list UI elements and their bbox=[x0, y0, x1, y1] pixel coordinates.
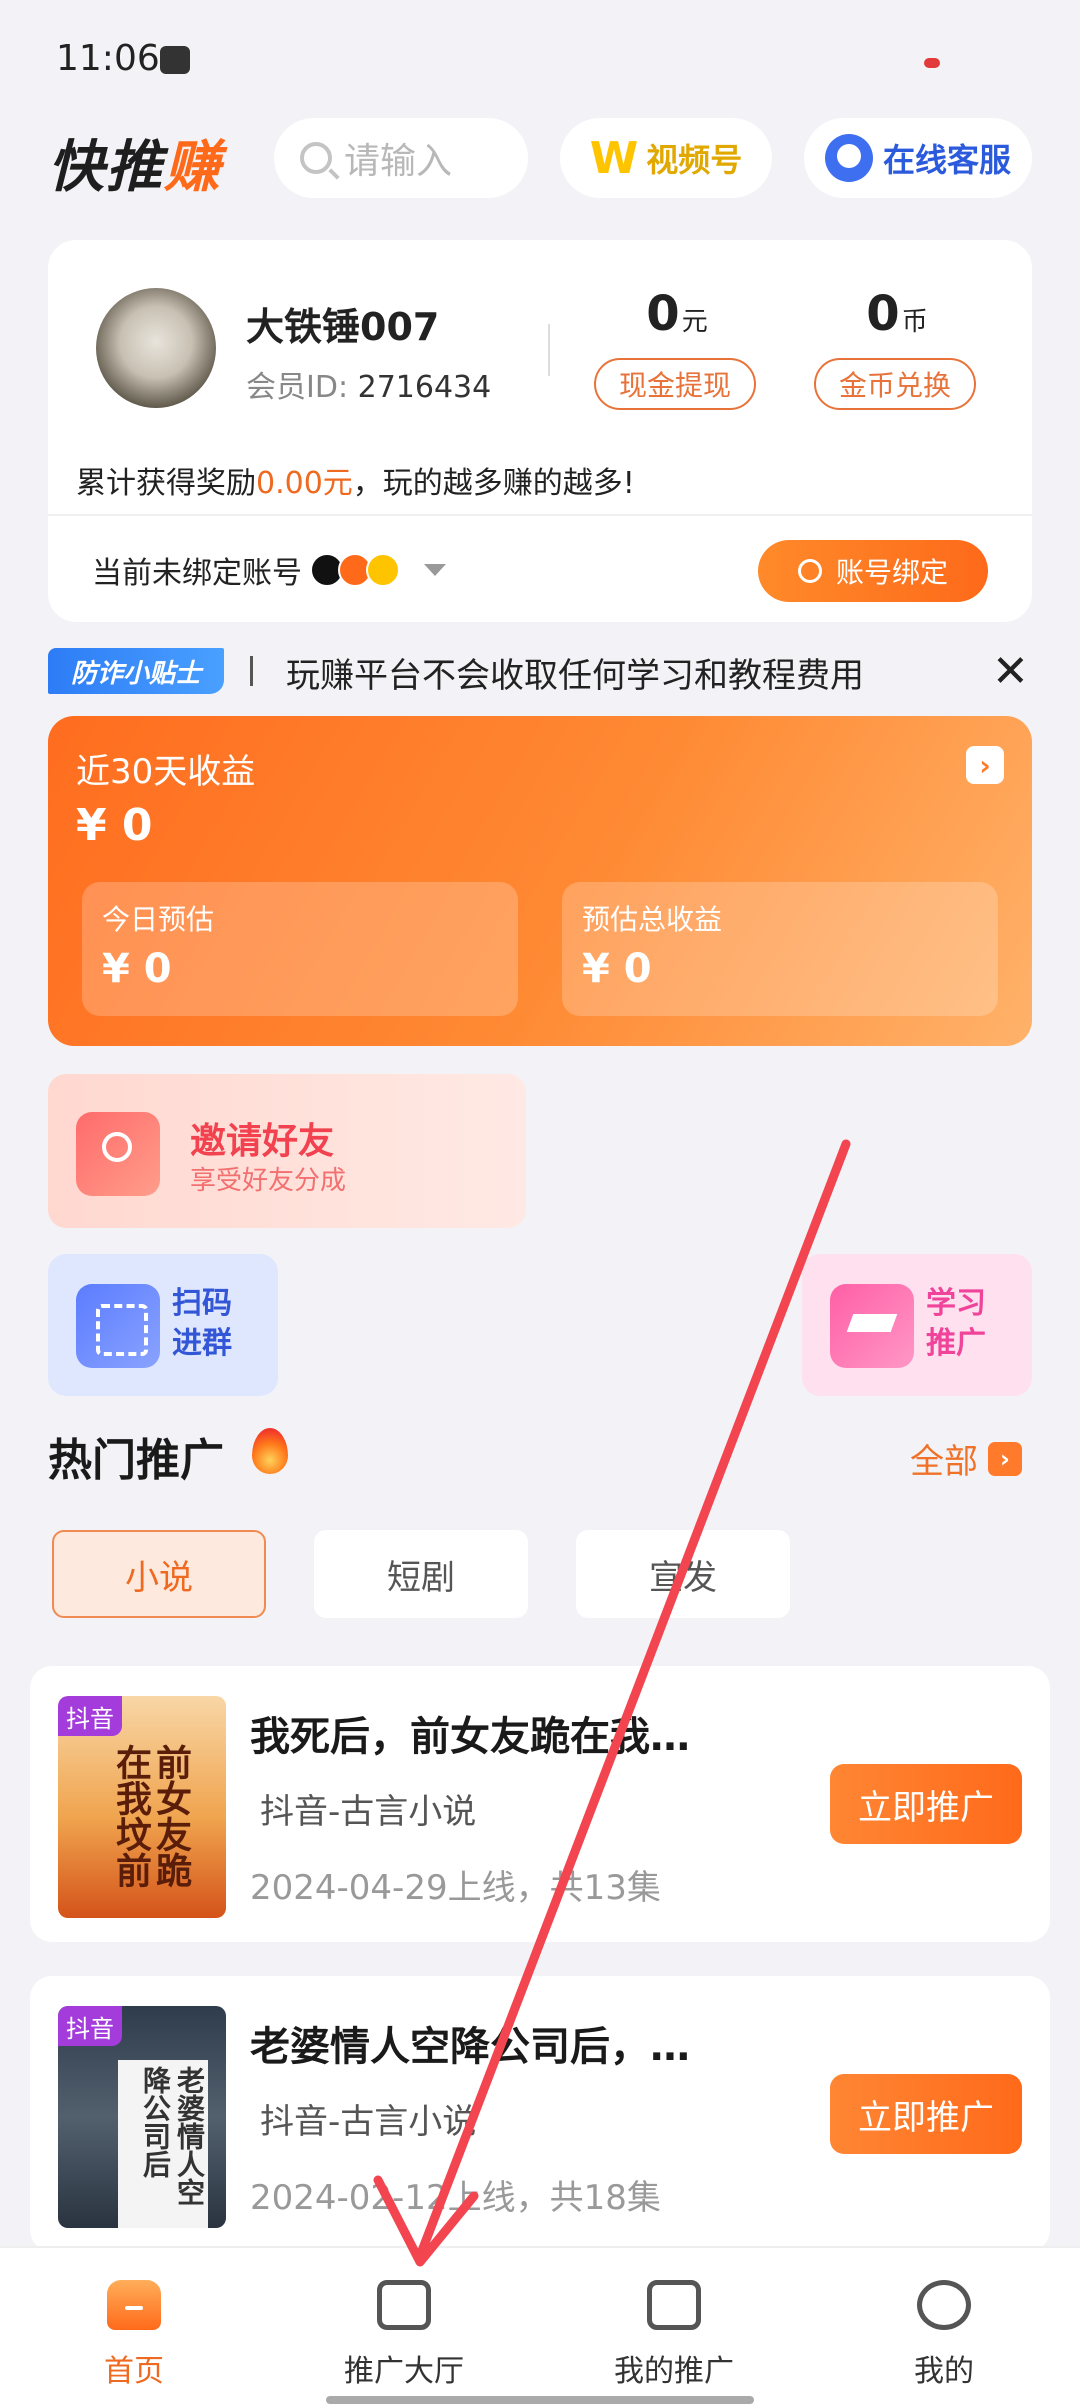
chevron-down-icon bbox=[424, 564, 446, 576]
total-estimate-box: 预估总收益 ¥ 0 bbox=[562, 882, 998, 1016]
unbound-account-selector[interactable]: 当前未绑定账号 bbox=[92, 548, 446, 592]
flame-icon bbox=[252, 1428, 288, 1474]
reward-prefix: 累计获得奖励 bbox=[76, 466, 256, 501]
learn-title: 学习推广 bbox=[926, 1286, 986, 1361]
status-dot-icon bbox=[924, 58, 940, 68]
chevron-right-icon: › bbox=[988, 1441, 1022, 1476]
item-category: 抖音-古言小说 bbox=[260, 2102, 477, 2142]
logo-text-b: 赚 bbox=[164, 135, 222, 200]
cover-title: 前女友跪在我坟前 bbox=[110, 1744, 191, 1888]
logo-text-a: 快推 bbox=[48, 135, 164, 200]
divider bbox=[48, 514, 1032, 516]
today-estimate-label: 今日预估 bbox=[102, 903, 215, 936]
video-channel-icon: W bbox=[589, 132, 639, 184]
item-date: 2024-04-29上线，共13集 bbox=[250, 1868, 661, 1908]
home-indicator bbox=[326, 2396, 754, 2404]
hot-promotion-title: 热门推广 bbox=[48, 1435, 224, 1486]
view-all-label: 全部 bbox=[910, 1442, 978, 1482]
bind-account-button[interactable]: 账号绑定 bbox=[758, 540, 988, 602]
item-date: 2024-02-12上线，共18集 bbox=[250, 2178, 661, 2218]
search-icon bbox=[300, 142, 332, 174]
chevron-right-icon[interactable]: › bbox=[966, 746, 1004, 784]
home-icon bbox=[107, 2280, 161, 2330]
divider bbox=[250, 656, 253, 686]
tab-promotion-hall-label: 推广大厅 bbox=[344, 2354, 464, 2389]
cash-unit: 元 bbox=[681, 307, 708, 337]
cash-withdraw-button[interactable]: 现金提现 bbox=[594, 358, 756, 410]
promo-screen-icon bbox=[647, 2280, 701, 2330]
book-cover[interactable]: 抖音老婆情人空降公司后 bbox=[58, 2006, 226, 2228]
divider bbox=[548, 324, 550, 376]
tab-my-promotion-label: 我的推广 bbox=[614, 2354, 734, 2389]
sofa-icon bbox=[377, 2280, 431, 2330]
cover-title: 老婆情人空降公司后 bbox=[118, 2060, 208, 2228]
member-id-value: 2716434 bbox=[357, 370, 492, 405]
coin-exchange-button[interactable]: 金币兑换 bbox=[814, 358, 976, 410]
member-id: 会员ID: 2716434 bbox=[246, 362, 491, 406]
online-service-label: 在线客服 bbox=[882, 141, 1011, 179]
video-channel-label: 视频号 bbox=[646, 141, 743, 179]
close-icon[interactable]: ✕ bbox=[992, 646, 1029, 697]
item-title: 我死后，前女友跪在我… bbox=[250, 1714, 690, 1760]
tab-me-label: 我的 bbox=[914, 2354, 974, 2389]
app-logo: 快推赚 bbox=[48, 122, 222, 203]
platform-tag: 抖音 bbox=[58, 2006, 122, 2046]
today-estimate-box: 今日预估 ¥ 0 bbox=[82, 882, 518, 1016]
tab-home-label: 首页 bbox=[104, 2354, 164, 2389]
tab-promo[interactable]: 宣发 bbox=[576, 1530, 790, 1618]
tab-novel[interactable]: 小说 bbox=[52, 1530, 266, 1618]
invite-title: 邀请好友 bbox=[190, 1121, 335, 1162]
reward-summary: 累计获得奖励0.00元，玩的越多赚的越多! bbox=[76, 458, 635, 502]
platform-icons bbox=[310, 553, 400, 587]
cash-amount: 0元 bbox=[592, 286, 762, 342]
anti-fraud-badge: 防诈小贴士 bbox=[48, 648, 224, 694]
scan-title: 扫码进群 bbox=[172, 1286, 232, 1361]
customer-service-icon bbox=[824, 134, 873, 182]
promote-now-button[interactable]: 立即推广 bbox=[830, 1764, 1022, 1844]
online-service-button[interactable]: 在线客服 bbox=[804, 118, 1032, 198]
avatar[interactable] bbox=[96, 288, 216, 408]
today-estimate-value: ¥ 0 bbox=[102, 946, 172, 992]
gear-icon bbox=[797, 559, 822, 583]
reward-value: 0.00元 bbox=[256, 466, 353, 501]
smile-face-icon bbox=[917, 2280, 971, 2330]
tab-short-drama[interactable]: 短剧 bbox=[314, 1530, 528, 1618]
item-category: 抖音-古言小说 bbox=[260, 1792, 477, 1832]
platform-tag: 抖音 bbox=[58, 1696, 122, 1736]
cash-amount-value: 0 bbox=[646, 286, 680, 342]
video-channel-button[interactable]: W 视频号 bbox=[560, 118, 772, 198]
earnings-title: 近30天收益 bbox=[76, 752, 256, 792]
coin-unit: 币 bbox=[901, 307, 928, 337]
notification-icon bbox=[160, 46, 190, 74]
tab-promotion-hall[interactable]: 推广大厅 bbox=[304, 2266, 504, 2390]
promote-now-button[interactable]: 立即推广 bbox=[830, 2074, 1022, 2154]
add-user-icon bbox=[76, 1112, 160, 1196]
coin-amount: 0币 bbox=[812, 286, 982, 342]
graduation-cap-icon bbox=[830, 1284, 914, 1368]
status-time: 11:06 bbox=[56, 38, 160, 79]
search-input[interactable]: 请输入 bbox=[274, 118, 528, 198]
video-channel-small-icon bbox=[366, 553, 400, 587]
unbound-text: 当前未绑定账号 bbox=[92, 556, 302, 591]
total-estimate-value: ¥ 0 bbox=[582, 946, 652, 992]
total-estimate-label: 预估总收益 bbox=[582, 903, 723, 936]
search-placeholder: 请输入 bbox=[344, 141, 453, 182]
tab-me[interactable]: 我的 bbox=[844, 2266, 1044, 2390]
invite-subtitle: 享受好友分成 bbox=[190, 1166, 347, 1196]
coin-amount-value: 0 bbox=[866, 286, 900, 342]
item-title: 老婆情人空降公司后，… bbox=[250, 2024, 690, 2070]
tab-home[interactable]: 首页 bbox=[34, 2266, 234, 2390]
username: 大铁锤007 bbox=[246, 305, 440, 349]
view-all-link[interactable]: 全部 › bbox=[910, 1434, 1022, 1483]
anti-fraud-tip-text: 玩赚平台不会收取任何学习和教程费用 bbox=[286, 656, 864, 696]
earnings-value: ¥ 0 bbox=[76, 800, 153, 851]
scan-icon bbox=[76, 1284, 160, 1368]
reward-suffix: ，玩的越多赚的越多! bbox=[352, 466, 635, 501]
tab-my-promotion[interactable]: 我的推广 bbox=[574, 2266, 774, 2390]
member-id-label: 会员ID: bbox=[246, 370, 349, 405]
bind-account-label: 账号绑定 bbox=[835, 556, 948, 589]
book-cover[interactable]: 抖音前女友跪在我坟前 bbox=[58, 1696, 226, 1918]
